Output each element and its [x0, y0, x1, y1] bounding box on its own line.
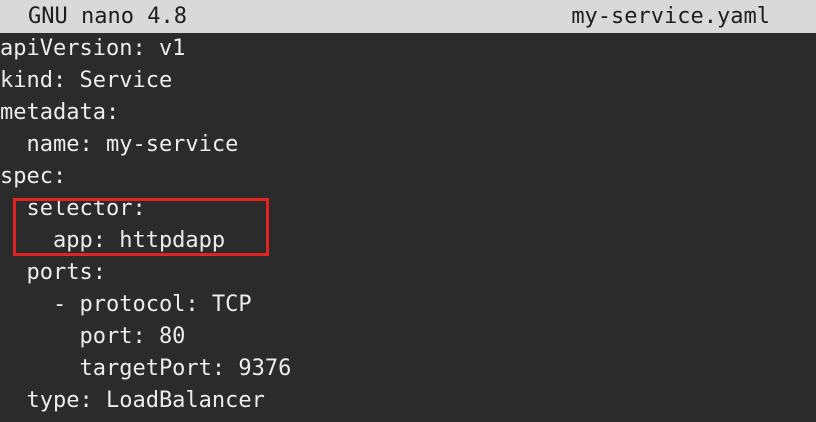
editor-line[interactable]: metadata:	[0, 97, 816, 129]
editor-line[interactable]: app: httpdapp	[0, 225, 816, 257]
app-version-label: GNU nano 4.8	[28, 4, 187, 29]
editor-line[interactable]: type: LoadBalancer	[0, 385, 816, 417]
editor-line[interactable]: port: 80	[0, 321, 816, 353]
editor-line[interactable]: - protocol: TCP	[0, 289, 816, 321]
editor-line[interactable]: name: my-service	[0, 129, 816, 161]
editor-line[interactable]: targetPort: 9376	[0, 353, 816, 385]
nano-editor-window: GNU nano 4.8 my-service.yaml apiVersion:…	[0, 0, 816, 422]
editor-line[interactable]: kind: Service	[0, 65, 816, 97]
file-name-label: my-service.yaml	[571, 4, 770, 29]
editor-line[interactable]: apiVersion: v1	[0, 33, 816, 65]
editor-line[interactable]: ports:	[0, 257, 816, 289]
editor-text-area[interactable]: apiVersion: v1 kind: Service metadata: n…	[0, 33, 816, 422]
nano-title-bar: GNU nano 4.8 my-service.yaml	[0, 0, 816, 33]
editor-line[interactable]: spec:	[0, 161, 816, 193]
editor-line[interactable]: selector:	[0, 193, 816, 225]
